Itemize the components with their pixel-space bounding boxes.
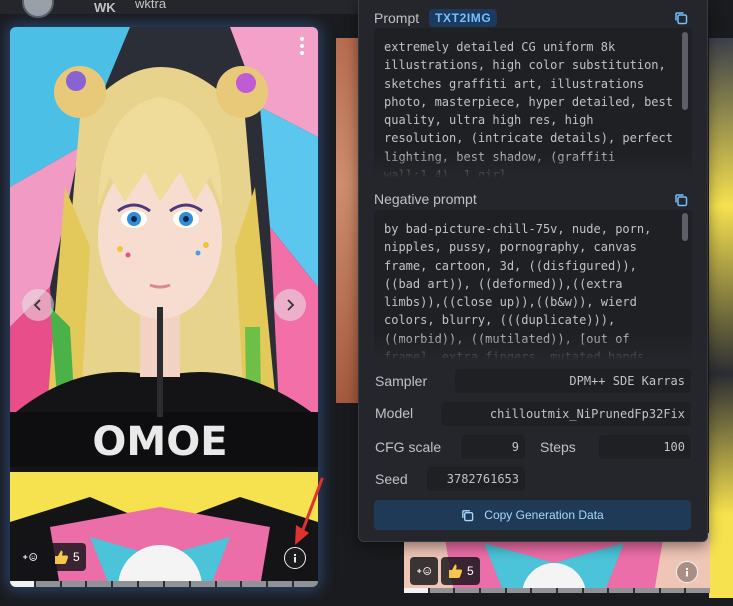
chevron-left-icon [33, 299, 41, 311]
carousel-segment[interactable] [10, 581, 34, 587]
generation-data-popover: Prompt TXT2IMG extremely detailed CG uni… [358, 0, 708, 542]
carousel-segment[interactable] [139, 581, 163, 587]
prompt-text[interactable]: extremely detailed CG uniform 8k illustr… [374, 28, 692, 178]
copy-icon[interactable] [674, 11, 688, 25]
carousel-progress [404, 588, 710, 593]
kebab-menu-icon[interactable] [300, 37, 304, 55]
username[interactable]: wktra [135, 0, 166, 11]
info-icon [685, 567, 689, 577]
like-count: 5 [73, 550, 80, 564]
negative-prompt-text[interactable]: by bad-picture-chill-75v, nude, porn, ni… [374, 210, 692, 360]
cfg-scale-value: 9 [461, 435, 525, 459]
image-card[interactable]: 5 [404, 533, 710, 593]
carousel-segment[interactable] [268, 581, 293, 587]
seed-label: Seed [375, 471, 408, 487]
carousel-segment[interactable] [164, 581, 189, 587]
background-image-card [336, 38, 360, 403]
thumbs-up-icon [449, 564, 463, 578]
shirt-print: OMOE [92, 419, 227, 465]
card-header [0, 0, 360, 14]
carousel-segment[interactable] [481, 588, 505, 593]
scrollbar[interactable] [682, 32, 688, 110]
carousel-segment[interactable] [87, 581, 112, 587]
prompt-content: extremely detailed CG uniform 8k illustr… [384, 40, 673, 178]
steps-value: 100 [599, 435, 691, 459]
negative-prompt-header: Negative prompt [374, 191, 477, 207]
carousel-segment[interactable] [294, 581, 318, 587]
carousel-segment[interactable] [635, 588, 659, 593]
steps-label: Steps [540, 439, 576, 455]
add-reaction-icon [23, 553, 38, 561]
negative-prompt-content: by bad-picture-chill-75v, nude, porn, ni… [384, 222, 652, 360]
model-label: Model [375, 405, 414, 421]
carousel-segment[interactable] [532, 588, 557, 593]
seed-value: 3782761653 [427, 467, 525, 491]
carousel-segment[interactable] [113, 581, 138, 587]
like-button[interactable]: 5 [47, 543, 86, 571]
add-reaction-button[interactable] [410, 557, 438, 585]
model-value[interactable]: chilloutmix_NiPrunedFp32Fix [441, 402, 691, 426]
carousel-segment[interactable] [455, 588, 480, 593]
carousel-segment[interactable] [61, 581, 86, 587]
like-button[interactable]: 5 [441, 557, 480, 585]
carousel-segment[interactable] [558, 588, 582, 593]
carousel-segment[interactable] [242, 581, 267, 587]
sampler-value: DPM++ SDE Karras [455, 369, 691, 393]
add-reaction-icon [417, 567, 432, 575]
thumbs-up-icon [55, 550, 69, 564]
add-reaction-button[interactable] [16, 543, 44, 571]
next-image-button[interactable] [274, 289, 306, 321]
scrollbar[interactable] [682, 213, 688, 241]
negative-prompt-label: Negative prompt [374, 191, 477, 207]
carousel-segment[interactable] [404, 588, 428, 593]
gallery-image: OMOE [10, 27, 318, 587]
prompt-header: Prompt TXT2IMG [374, 9, 498, 27]
carousel-segment[interactable] [686, 588, 710, 593]
carousel-segment[interactable] [190, 581, 215, 587]
carousel-segment[interactable] [429, 588, 454, 593]
copy-generation-data-label: Copy Generation Data [484, 508, 604, 522]
copy-icon[interactable] [674, 193, 688, 207]
chevron-right-icon [287, 299, 295, 311]
carousel-segment[interactable] [583, 588, 608, 593]
carousel-segment[interactable] [216, 581, 241, 587]
carousel-segment[interactable] [609, 588, 634, 593]
generation-type-badge: TXT2IMG [429, 9, 498, 27]
prompt-label: Prompt [374, 10, 420, 26]
background-image-card [709, 38, 733, 598]
annotation-arrow [295, 477, 324, 545]
user-initials: WK [94, 0, 116, 15]
image-card[interactable]: OMOE 5 [10, 27, 318, 587]
carousel-segment[interactable] [660, 588, 685, 593]
copy-icon [462, 509, 474, 521]
carousel-segment[interactable] [35, 581, 60, 587]
copy-generation-data-button[interactable]: Copy Generation Data [374, 500, 691, 530]
carousel-segment[interactable] [506, 588, 531, 593]
reaction-bar: 5 [16, 543, 86, 571]
prev-image-button[interactable] [22, 289, 54, 321]
carousel-progress [10, 581, 318, 587]
reaction-bar: 5 [410, 557, 480, 585]
like-count: 5 [467, 564, 474, 578]
info-button[interactable] [676, 561, 698, 583]
cfg-scale-label: CFG scale [375, 439, 442, 455]
sampler-label: Sampler [375, 373, 428, 389]
avatar[interactable] [22, 0, 54, 18]
